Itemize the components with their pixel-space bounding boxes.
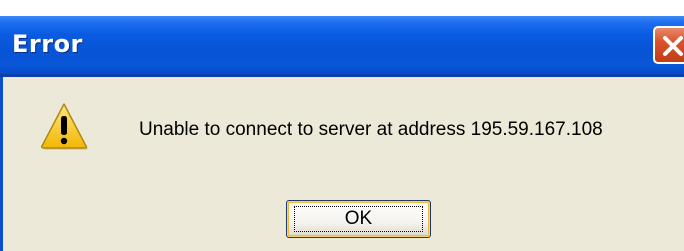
error-message: Unable to connect to server at address 1… [139,119,603,140]
error-dialog: Error Unable to connect to server at add… [0,16,684,251]
dialog-body: Unable to connect to server at address 1… [0,77,684,251]
warning-icon [41,103,88,150]
close-button[interactable] [653,26,684,64]
close-icon [663,36,683,56]
ok-button[interactable]: OK [286,200,431,238]
dialog-title: Error [12,30,83,58]
ok-button-label: OK [294,206,423,232]
title-bar[interactable]: Error [0,16,684,77]
